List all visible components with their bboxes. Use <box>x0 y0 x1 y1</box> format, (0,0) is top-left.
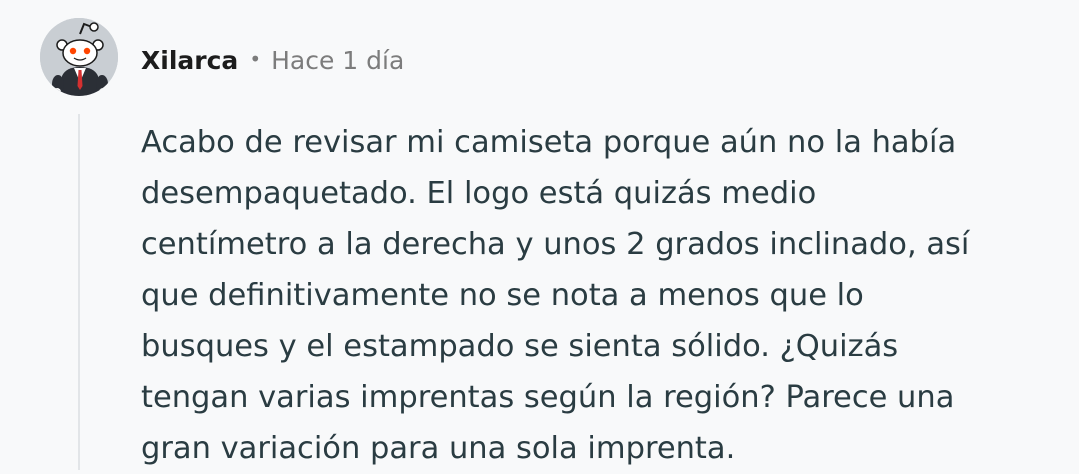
comment-header: Xilarca • Hace 1 día <box>141 40 404 80</box>
comment-body-line: que definitivamente no se nota a menos q… <box>141 278 864 313</box>
author-username[interactable]: Xilarca <box>141 46 238 75</box>
comment: Xilarca • Hace 1 día Acabo de revisar mi… <box>0 0 1079 470</box>
comment-body-line: busques y el estampado se sienta sólido.… <box>141 329 899 364</box>
comment-body-line: Acabo de revisar mi camiseta porque aún … <box>141 125 957 160</box>
comment-body-line: tengan varias imprentas según la región?… <box>141 380 955 415</box>
comment-body: Acabo de revisar mi camiseta porque aún … <box>141 117 1061 474</box>
meta-separator: • <box>249 47 262 71</box>
comment-timestamp[interactable]: Hace 1 día <box>271 46 404 75</box>
thread-collapse-line[interactable] <box>78 114 80 470</box>
comment-body-line: desempaquetado. El logo está quizás medi… <box>141 176 817 211</box>
comment-body-line: gran variación para una sola imprenta. <box>141 431 736 466</box>
avatar[interactable] <box>40 18 118 96</box>
snoo-avatar-icon <box>40 18 118 96</box>
comment-body-line: centímetro a la derecha y unos 2 grados … <box>141 227 970 262</box>
